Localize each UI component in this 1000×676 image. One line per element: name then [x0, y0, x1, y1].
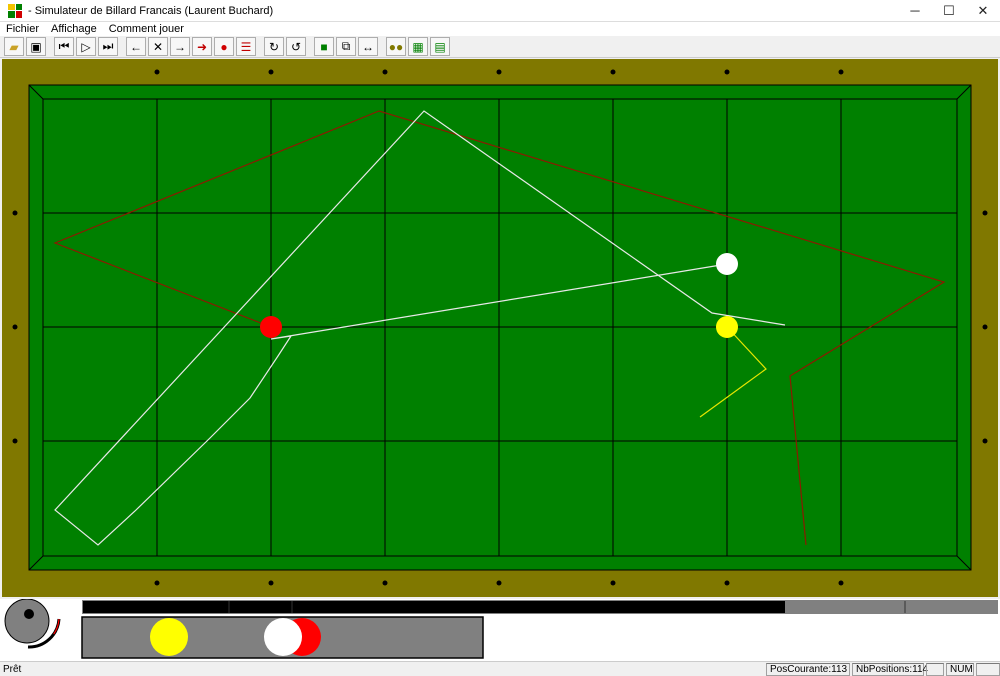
red-arrow-right-icon: ➜ [196, 39, 208, 54]
horizontal-resize-icon: ↔ [362, 39, 374, 54]
menu-bar: Fichier Affichage Comment jouer [0, 22, 1000, 36]
red-ball[interactable] [260, 316, 282, 338]
horizontal-resize-button[interactable]: ↔ [358, 37, 378, 56]
status-extra [976, 662, 1000, 676]
panel-yellow-ball[interactable] [150, 618, 188, 656]
table-grid-button[interactable]: ▦ [408, 37, 428, 56]
red-ball-stack-icon: ● [220, 39, 228, 54]
table-layout-icon: ▤ [434, 39, 446, 54]
cue-impact-point[interactable] [24, 609, 34, 619]
next-button[interactable]: → [170, 37, 190, 56]
window-title: - Simulateur de Billard Francais (Lauren… [28, 4, 274, 17]
toolbar: ▰ ▣ ⏮ ▷ ⏭ ← ✕ → ➜ ● ☰ ↻ ↺ ■ ⧉ ↔ ●● ▦ ▤ [0, 36, 1000, 58]
play-button[interactable]: ▷ [76, 37, 96, 56]
menu-comment-jouer[interactable]: Comment jouer [103, 22, 190, 36]
cue-tip-gauge[interactable] [4, 598, 50, 644]
app-icon [8, 3, 22, 18]
previous-button[interactable]: ← [126, 37, 146, 56]
table-grid-icon: ▦ [412, 39, 424, 54]
status-empty [926, 662, 944, 676]
status-nb-positions: NbPositions:114 [852, 662, 928, 676]
white-ball[interactable] [716, 253, 738, 275]
rotate-left-icon: ↻ [268, 39, 280, 54]
status-ready: Prêt [3, 663, 22, 675]
delete-button[interactable]: ✕ [148, 37, 168, 56]
billiard-table-area [0, 58, 1000, 599]
open-icon: ▰ [9, 39, 19, 54]
first-position-icon: ⏮ [58, 39, 70, 53]
save-button[interactable]: ▣ [26, 37, 46, 56]
ball-pair-icon: ●● [388, 39, 404, 54]
arrow-right-icon: → [174, 39, 186, 54]
tilted-view-icon: ⧉ [341, 39, 351, 53]
menu-fichier[interactable]: Fichier [0, 22, 45, 36]
status-num: NUM [946, 662, 974, 676]
rotate-left-button[interactable]: ↻ [264, 37, 284, 56]
play-icon: ▷ [81, 39, 91, 54]
panel-white-ball[interactable] [264, 618, 302, 656]
numbered-list-button[interactable]: ☰ [236, 37, 256, 56]
bottom-controls [4, 598, 998, 659]
yellow-ball[interactable] [716, 316, 738, 338]
rotate-right-icon: ↺ [290, 39, 302, 54]
title-bar: - Simulateur de Billard Francais (Lauren… [0, 0, 1000, 22]
menu-affichage[interactable]: Affichage [45, 22, 103, 36]
ball-stack-button[interactable]: ● [214, 37, 234, 56]
save-icon: ▣ [30, 39, 42, 54]
status-bar: Prêt PosCourante:113 NbPositions:114 NUM [0, 661, 1000, 676]
ball-pair-button[interactable]: ●● [386, 37, 406, 56]
maximize-button[interactable]: ☐ [932, 0, 966, 22]
first-position-button[interactable]: ⏮ [54, 37, 74, 56]
numbered-list-icon: ☰ [240, 39, 252, 54]
arrow-left-icon: ← [130, 39, 142, 54]
position-progress-fill [83, 601, 785, 613]
status-pos-courante: PosCourante:113 [766, 662, 850, 676]
billiard-table[interactable] [0, 58, 1000, 599]
tilted-view-button[interactable]: ⧉ [336, 37, 356, 56]
bottom-panel [0, 598, 1000, 661]
balls-view-button[interactable]: ■ [314, 37, 334, 56]
last-position-icon: ⏭ [102, 39, 114, 53]
balls-view-icon: ■ [320, 39, 328, 54]
open-button[interactable]: ▰ [4, 37, 24, 56]
delete-icon: ✕ [152, 39, 164, 54]
minimize-button[interactable]: ─ [898, 0, 932, 22]
red-next-button[interactable]: ➜ [192, 37, 212, 56]
table-layout-button[interactable]: ▤ [430, 37, 450, 56]
rotate-right-button[interactable]: ↺ [286, 37, 306, 56]
close-button[interactable]: ✕ [966, 0, 1000, 22]
last-position-button[interactable]: ⏭ [98, 37, 118, 56]
